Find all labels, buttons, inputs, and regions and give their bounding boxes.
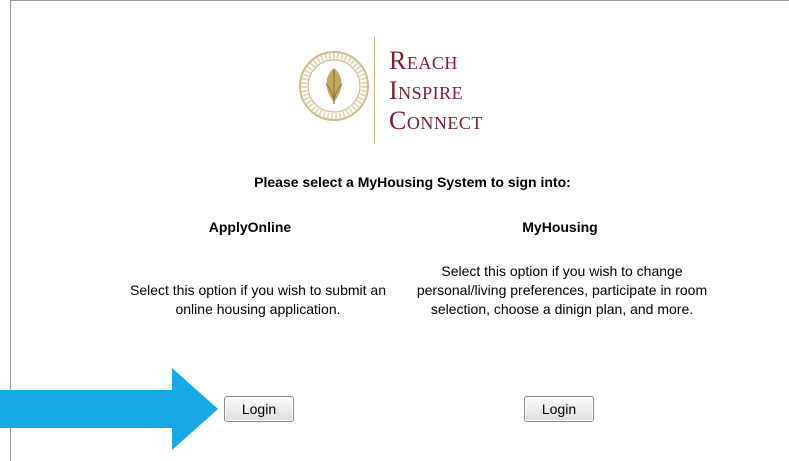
option-title-myhousing: MyHousing [522, 219, 598, 235]
tagline-word-reach: Reach [389, 46, 458, 75]
logo-divider [374, 36, 375, 144]
arrow-right-icon [0, 368, 218, 450]
option-description-myhousing: Select this option if you wish to change… [416, 263, 708, 317]
tagline-word-inspire: Inspire [389, 76, 464, 105]
logo-tagline: Reach Inspire Connect [389, 46, 483, 136]
option-title-applyonline: ApplyOnline [208, 219, 292, 235]
login-button-myhousing[interactable]: Login [524, 396, 594, 422]
page-heading: Please select a MyHousing System to sign… [254, 174, 571, 190]
logo: Reach Inspire Connect [298, 30, 528, 150]
college-seal-icon [299, 51, 369, 121]
login-button-applyonline[interactable]: Login [224, 396, 294, 422]
option-description-applyonline: Select this option if you wish to submit… [129, 282, 387, 317]
tagline-word-connect: Connect [389, 106, 483, 135]
